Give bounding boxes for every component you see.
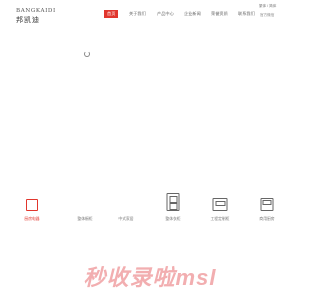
feature-label: 整体衣柜 (165, 217, 181, 221)
feature-wardrobe[interactable]: 整体衣柜 (153, 192, 193, 222)
wechat-link[interactable]: 官方微信 (260, 13, 274, 18)
logo-chinese: 邦凯迪 (16, 17, 40, 24)
stove-icon (260, 198, 274, 211)
feature-label: 整体橱柜 (77, 217, 93, 221)
nav-home[interactable]: 首页 (104, 10, 119, 18)
feature-commercial-kitchen[interactable]: 商用厨房 (247, 192, 287, 222)
watermark-text: 秒收录啦msl (83, 265, 217, 290)
feature-label: 中式家居 (118, 217, 134, 221)
feature-kitchen-appliances[interactable]: 厨房电器 (12, 192, 52, 222)
feature-label: 商用厨房 (259, 217, 275, 221)
nav-about[interactable]: 关于我们 (126, 10, 149, 18)
loading-spinner-icon (84, 51, 90, 57)
logo-english: BANGKAIDI (16, 8, 56, 14)
machine-icon (212, 198, 228, 211)
nav-products[interactable]: 产品中心 (154, 10, 177, 18)
brand-logo[interactable]: BANGKAIDI 邦凯迪 (16, 8, 60, 25)
feature-label: 工程定制柜 (210, 217, 230, 221)
nav-honors[interactable]: 荣誉资质 (208, 10, 231, 18)
document-icon (26, 199, 38, 211)
feature-label: 厨房电器 (24, 217, 40, 221)
language-switch[interactable]: 繁体 / 简体 (259, 4, 276, 9)
cabinet-icon (166, 193, 180, 211)
feature-chinese-home[interactable]: 中式家居 (106, 192, 146, 222)
feature-cabinets[interactable]: 整体橱柜 (65, 192, 105, 222)
nav-contact[interactable]: 联系我们 (235, 10, 258, 18)
nav-news[interactable]: 企业新闻 (181, 10, 204, 18)
feature-engineering-cabinet[interactable]: 工程定制柜 (200, 192, 240, 222)
feature-bar: 厨房电器 整体橱柜 中式家居 整体衣柜 工程定制柜 商用厨房 (0, 192, 300, 222)
